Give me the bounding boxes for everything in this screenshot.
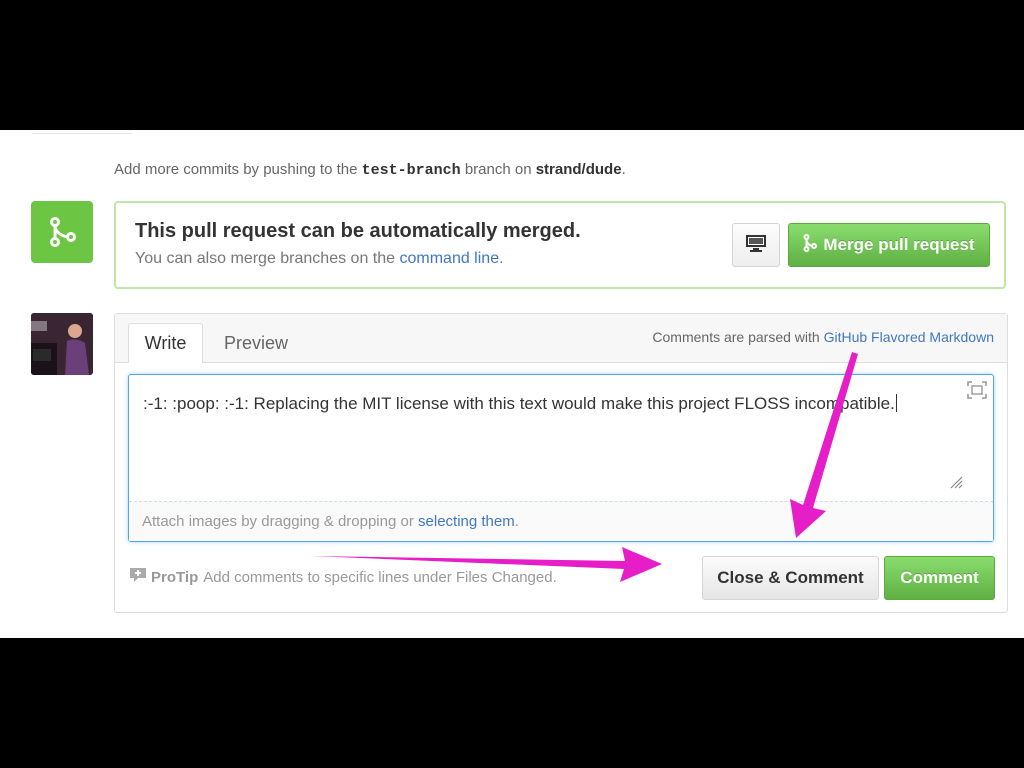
comment-text-value: :-1: :poop: :-1: Replacing the MIT licen… xyxy=(143,394,895,413)
fullscreen-icon[interactable] xyxy=(967,381,987,404)
commits-hint-prefix: Add more commits by pushing to the xyxy=(114,161,358,178)
commits-hint-middle: branch on xyxy=(464,161,532,178)
selecting-them-link[interactable]: selecting them xyxy=(418,513,515,530)
close-and-comment-button[interactable]: Close & Comment xyxy=(702,556,879,600)
comment-tabbar: Write Preview Comments are parsed with G… xyxy=(115,314,1007,363)
comment-form: Write Preview Comments are parsed with G… xyxy=(114,313,1008,613)
repo-name: strand/dude xyxy=(535,161,622,178)
merge-pull-request-button[interactable]: Merge pull request xyxy=(788,223,990,267)
avatar xyxy=(31,313,93,375)
resize-grip-icon[interactable] xyxy=(949,475,963,494)
commits-hint-suffix: . xyxy=(621,161,626,178)
attach-suffix: . xyxy=(514,513,519,530)
merge-status-title: This pull request can be automatically m… xyxy=(135,220,581,242)
merge-subtitle-suffix: . xyxy=(499,250,504,267)
comment-button[interactable]: Comment xyxy=(884,556,995,600)
protip-label: ProTip xyxy=(151,568,199,586)
comment-textarea[interactable]: :-1: :poop: :-1: Replacing the MIT licen… xyxy=(128,374,994,542)
comment-text: :-1: :poop: :-1: Replacing the MIT licen… xyxy=(143,394,897,414)
divider xyxy=(32,130,132,134)
attach-prefix: Attach images by dragging & dropping or xyxy=(142,513,414,530)
attach-images-bar[interactable]: Attach images by dragging & dropping or … xyxy=(129,501,993,541)
merge-status-subtitle: You can also merge branches on the comma… xyxy=(135,250,504,268)
merge-subtitle-prefix: You can also merge branches on the xyxy=(135,250,396,267)
protip: ProTip Add comments to specific lines un… xyxy=(129,567,557,587)
git-merge-icon xyxy=(803,233,823,257)
commits-hint: Add more commits by pushing to the test-… xyxy=(114,161,626,179)
git-merge-icon xyxy=(31,201,93,263)
attach-hint: Attach images by dragging & dropping or … xyxy=(142,513,519,530)
markdown-note: Comments are parsed with GitHub Flavored… xyxy=(652,329,994,345)
merge-status-box: This pull request can be automatically m… xyxy=(114,201,1006,289)
command-line-link[interactable]: command line xyxy=(399,250,499,267)
tab-write[interactable]: Write xyxy=(128,323,203,363)
merge-button-label: Merge pull request xyxy=(823,235,975,254)
comment-plus-icon xyxy=(129,567,147,587)
protip-text: Add comments to specific lines under Fil… xyxy=(203,568,557,586)
text-caret xyxy=(895,394,897,412)
open-in-desktop-button[interactable] xyxy=(732,223,780,267)
markdown-link[interactable]: GitHub Flavored Markdown xyxy=(824,329,994,345)
branch-name: test-branch xyxy=(361,162,461,179)
desktop-monitor-icon xyxy=(745,234,767,257)
pull-request-page: Add more commits by pushing to the test-… xyxy=(0,130,1024,638)
tab-preview[interactable]: Preview xyxy=(224,323,288,363)
markdown-note-prefix: Comments are parsed with xyxy=(652,329,820,345)
